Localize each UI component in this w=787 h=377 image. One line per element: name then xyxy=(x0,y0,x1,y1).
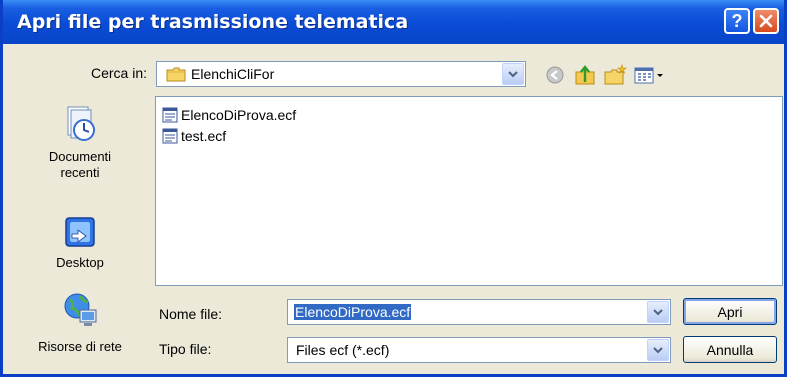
close-button[interactable] xyxy=(753,8,779,34)
open-button[interactable]: Apri xyxy=(683,298,777,325)
place-label: recenti xyxy=(60,165,100,180)
file-name-text: ElencoDiProva.ecf xyxy=(181,107,297,123)
document-icon xyxy=(162,107,178,123)
chevron-down-icon xyxy=(653,308,663,315)
file-name-text: test.ecf xyxy=(181,128,227,144)
view-menu-icon[interactable] xyxy=(632,62,672,88)
file-type-dropdown-button[interactable] xyxy=(647,339,669,361)
folder-icon xyxy=(166,67,186,82)
file-name-label: Nome file: xyxy=(159,306,223,322)
recent-documents-icon xyxy=(67,106,95,141)
close-icon xyxy=(759,14,773,28)
file-name-value: ElencoDiProva.ecf xyxy=(294,304,412,320)
new-folder-icon[interactable] xyxy=(602,62,628,88)
places-bar: Documenti recenti Desktop Risorse di ret… xyxy=(13,94,147,366)
desktop-icon xyxy=(65,217,95,247)
place-label: Risorse di rete xyxy=(38,339,122,354)
help-button[interactable]: ? xyxy=(724,8,750,34)
back-icon[interactable] xyxy=(542,62,568,88)
network-icon xyxy=(64,293,97,326)
place-network[interactable]: Risorse di rete xyxy=(13,290,147,355)
place-label: Desktop xyxy=(56,255,104,270)
file-name-dropdown-button[interactable] xyxy=(647,301,669,323)
look-in-dropdown-button[interactable] xyxy=(502,63,524,85)
place-label: Documenti xyxy=(48,149,112,164)
chevron-down-icon xyxy=(653,346,663,353)
title-bar[interactable]: Apri file per trasmissione telematica ? xyxy=(3,0,784,44)
help-icon: ? xyxy=(731,10,743,31)
file-list[interactable]: ElencoDiProva.ecf test.ecf xyxy=(155,96,783,286)
look-in-value: ElenchiCliFor xyxy=(191,66,275,82)
cancel-button[interactable]: Annulla xyxy=(683,336,777,363)
window-title: Apri file per trasmissione telematica xyxy=(17,11,409,33)
file-type-value: Files ecf (*.ecf) xyxy=(296,342,390,358)
open-file-dialog: Apri file per trasmissione telematica ? … xyxy=(0,0,787,377)
place-recent-documents[interactable]: Documenti recenti xyxy=(13,104,147,181)
file-type-select[interactable]: Files ecf (*.ecf) xyxy=(287,337,671,363)
file-item[interactable]: ElencoDiProva.ecf xyxy=(162,106,296,124)
look-in-combobox[interactable]: ElenchiCliFor xyxy=(156,61,526,87)
document-icon xyxy=(162,128,178,144)
up-folder-icon[interactable] xyxy=(572,62,598,88)
file-name-input[interactable]: ElencoDiProva.ecf xyxy=(287,299,671,325)
chevron-down-icon xyxy=(508,70,518,77)
look-in-label: Cerca in: xyxy=(91,65,148,81)
place-desktop[interactable]: Desktop xyxy=(13,214,147,271)
file-item[interactable]: test.ecf xyxy=(162,127,226,145)
file-type-label: Tipo file: xyxy=(159,341,212,357)
